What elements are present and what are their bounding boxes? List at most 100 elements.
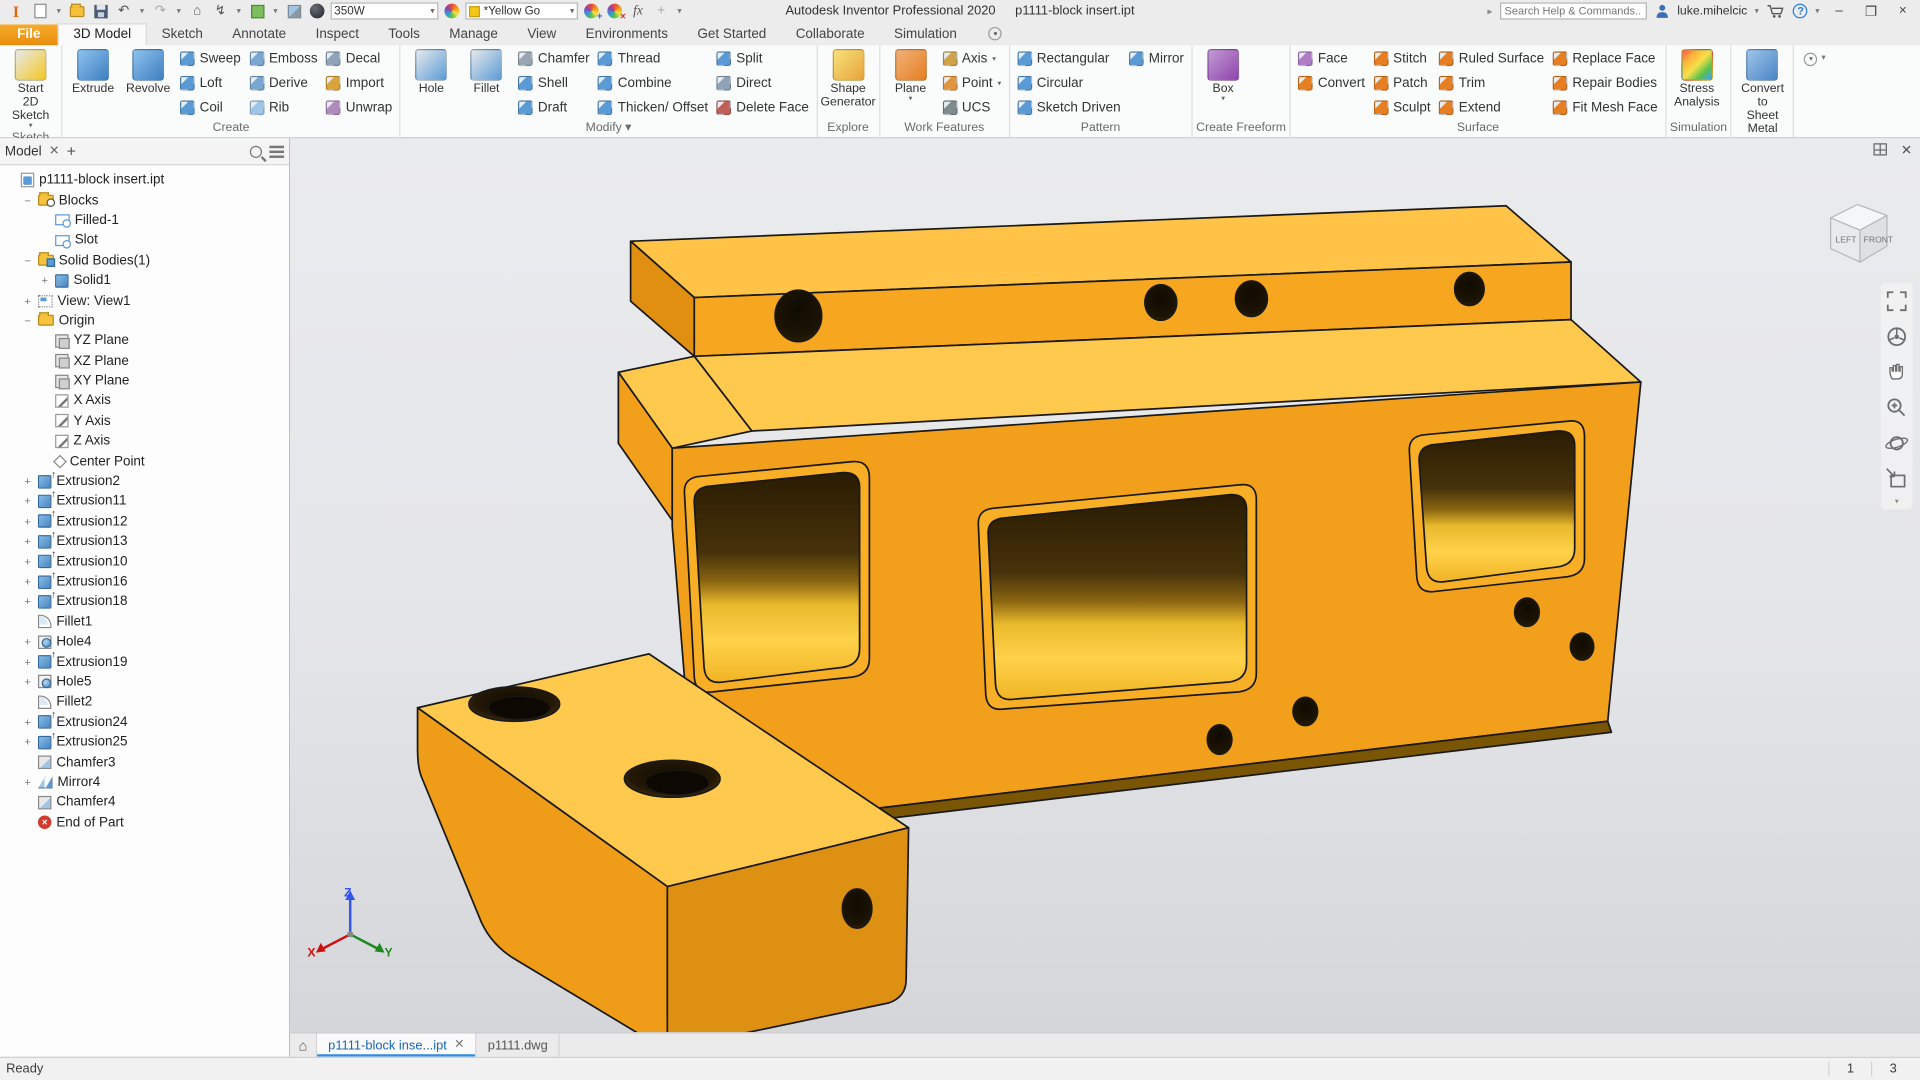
tree-item-fillet1[interactable]: Fillet1 bbox=[0, 612, 289, 632]
clear-appearance-icon[interactable]: × bbox=[605, 2, 625, 19]
tree-expander-icon[interactable]: + bbox=[22, 676, 33, 688]
tree-item-end-of-part[interactable]: ×End of Part bbox=[0, 812, 289, 832]
doc-tab-close-icon[interactable]: ✕ bbox=[454, 1038, 464, 1051]
tree-expander-icon[interactable]: + bbox=[22, 555, 33, 567]
delete-face-button[interactable]: Delete Face bbox=[713, 96, 813, 120]
draft-button[interactable]: Draft bbox=[515, 96, 594, 120]
view-cube[interactable]: LEFT FRONT bbox=[1817, 193, 1898, 269]
orbit-icon[interactable] bbox=[1883, 430, 1910, 457]
rectangular-button[interactable]: Rectangular bbox=[1013, 47, 1124, 71]
tree-item-xy-plane[interactable]: XY Plane bbox=[0, 371, 289, 391]
circular-button[interactable]: Circular bbox=[1013, 71, 1124, 95]
home-icon[interactable]: ⌂ bbox=[187, 2, 207, 19]
tree-item-extrusion11[interactable]: +Extrusion11 bbox=[0, 491, 289, 511]
ribbon-collapse-icon[interactable]: ▾ bbox=[1804, 53, 1817, 66]
ribbon-tab-3d-model[interactable]: 3D Model bbox=[57, 23, 146, 45]
tree-item-slot[interactable]: Slot bbox=[0, 230, 289, 250]
ribbon-tab-inspect[interactable]: Inspect bbox=[301, 24, 374, 45]
decal-button[interactable]: Decal bbox=[323, 47, 396, 71]
chamfer-button[interactable]: Chamfer bbox=[515, 47, 594, 71]
select-dropdown[interactable]: ▾ bbox=[271, 2, 281, 19]
ribbon-tab-view[interactable]: View bbox=[513, 24, 571, 45]
tree-expander-icon[interactable]: + bbox=[22, 475, 33, 487]
cart-icon[interactable] bbox=[1766, 2, 1786, 19]
undo-icon[interactable]: ↶ bbox=[114, 2, 134, 19]
ribbon-tab-simulation[interactable]: Simulation bbox=[879, 24, 971, 45]
loft-button[interactable]: Loft bbox=[176, 71, 244, 95]
update-dropdown[interactable]: ▾ bbox=[234, 2, 244, 19]
browser-tab-close-icon[interactable]: ✕ bbox=[49, 144, 59, 157]
measure-icon[interactable] bbox=[284, 2, 304, 19]
save-icon[interactable] bbox=[91, 2, 111, 19]
sweep-button[interactable]: Sweep bbox=[176, 47, 244, 71]
emboss-button[interactable]: Emboss bbox=[246, 47, 322, 71]
repair-bodies-button[interactable]: Repair Bodies bbox=[1549, 71, 1661, 95]
unwrap-button[interactable]: Unwrap bbox=[323, 96, 396, 120]
axis-button[interactable]: Axis▾ bbox=[939, 47, 1005, 71]
user-dropdown[interactable]: ▾ bbox=[1755, 6, 1759, 16]
tree-item-extrusion16[interactable]: +Extrusion16 bbox=[0, 572, 289, 592]
mirror-button[interactable]: Mirror bbox=[1125, 47, 1187, 71]
tree-expander-icon[interactable]: + bbox=[22, 535, 33, 547]
collapse-arrow-icon[interactable]: ▸ bbox=[1487, 6, 1492, 17]
sculpt-button[interactable]: Sculpt bbox=[1370, 96, 1434, 120]
ribbon-tab-tools[interactable]: Tools bbox=[374, 24, 435, 45]
coil-button[interactable]: Coil bbox=[176, 96, 244, 120]
fullscreen-icon[interactable] bbox=[1883, 288, 1910, 315]
parameters-fx-icon[interactable]: fx bbox=[628, 2, 648, 19]
ribbon-tab-get-started[interactable]: Get Started bbox=[683, 24, 781, 45]
ribbon-tab-annotate[interactable]: Annotate bbox=[218, 24, 301, 45]
tree-item-extrusion12[interactable]: +Extrusion12 bbox=[0, 511, 289, 531]
update-icon[interactable]: ↯ bbox=[211, 2, 231, 19]
open-file-icon[interactable] bbox=[67, 2, 87, 19]
ribbon-tab-environments[interactable]: Environments bbox=[571, 24, 683, 45]
direct-button[interactable]: Direct bbox=[713, 71, 813, 95]
import-button[interactable]: Import bbox=[323, 71, 396, 95]
restore-button[interactable]: ❐ bbox=[1859, 1, 1883, 21]
color-wheel-icon[interactable] bbox=[442, 2, 462, 19]
minimize-button[interactable]: – bbox=[1827, 1, 1851, 21]
convert-to-sheet-metal-button[interactable]: Convert to Sheet Metal bbox=[1736, 47, 1790, 139]
tree-item-p1111-block-insert-ipt[interactable]: p1111-block insert.ipt bbox=[0, 170, 289, 190]
add-icon[interactable]: + bbox=[651, 2, 671, 19]
thicken-offset-button[interactable]: Thicken/ Offset bbox=[594, 96, 711, 120]
pan-hand-icon[interactable] bbox=[1883, 359, 1910, 386]
tree-item-extrusion2[interactable]: +Extrusion2 bbox=[0, 471, 289, 491]
tree-item-mirror4[interactable]: +Mirror4 bbox=[0, 772, 289, 792]
tree-expander-icon[interactable]: − bbox=[22, 194, 33, 206]
extend-button[interactable]: Extend bbox=[1436, 96, 1548, 120]
tree-expander-icon[interactable]: + bbox=[22, 495, 33, 507]
browser-search-icon[interactable] bbox=[250, 145, 262, 157]
close-button[interactable]: × bbox=[1891, 1, 1915, 21]
rib-button[interactable]: Rib bbox=[246, 96, 322, 120]
help-dropdown[interactable]: ▾ bbox=[1815, 6, 1819, 16]
tree-item-view-view1[interactable]: +View: View1 bbox=[0, 291, 289, 311]
tree-item-z-axis[interactable]: Z Axis bbox=[0, 431, 289, 451]
browser-tab-model[interactable]: Model bbox=[5, 144, 42, 159]
new-file-icon[interactable] bbox=[31, 2, 51, 19]
point-button[interactable]: Point▾ bbox=[939, 71, 1005, 95]
plane-button[interactable]: Plane▾ bbox=[884, 47, 938, 105]
ribbon-tab-file[interactable]: File bbox=[0, 24, 57, 45]
tree-item-xz-plane[interactable]: XZ Plane bbox=[0, 351, 289, 371]
viewport-restore-icon[interactable] bbox=[1871, 142, 1888, 157]
replace-face-button[interactable]: Replace Face bbox=[1549, 47, 1661, 71]
tree-expander-icon[interactable]: + bbox=[22, 515, 33, 527]
start-2d-sketch-button[interactable]: Start 2D Sketch▾ bbox=[4, 47, 58, 131]
browser-add-tab-icon[interactable]: + bbox=[67, 142, 76, 160]
extrude-button[interactable]: Extrude bbox=[66, 47, 120, 98]
hole-button[interactable]: Hole bbox=[404, 47, 458, 98]
ucs-button[interactable]: UCS bbox=[939, 96, 1005, 120]
tree-item-x-axis[interactable]: X Axis bbox=[0, 391, 289, 411]
ribbon-collapse-dropdown[interactable]: ▾ bbox=[1821, 53, 1825, 63]
box-button[interactable]: Box▾ bbox=[1196, 47, 1250, 105]
tree-item-extrusion13[interactable]: +Extrusion13 bbox=[0, 531, 289, 551]
split-button[interactable]: Split bbox=[713, 47, 813, 71]
tree-item-fillet2[interactable]: Fillet2 bbox=[0, 692, 289, 712]
shape-generator-button[interactable]: Shape Generator bbox=[821, 47, 875, 112]
adjust-appearance-icon[interactable]: + bbox=[582, 2, 602, 19]
material-combo[interactable]: 350W▾ bbox=[331, 2, 439, 19]
tree-item-solid1[interactable]: +Solid1 bbox=[0, 271, 289, 291]
look-at-icon[interactable] bbox=[1883, 465, 1910, 492]
sketch-driven-button[interactable]: Sketch Driven bbox=[1013, 96, 1124, 120]
